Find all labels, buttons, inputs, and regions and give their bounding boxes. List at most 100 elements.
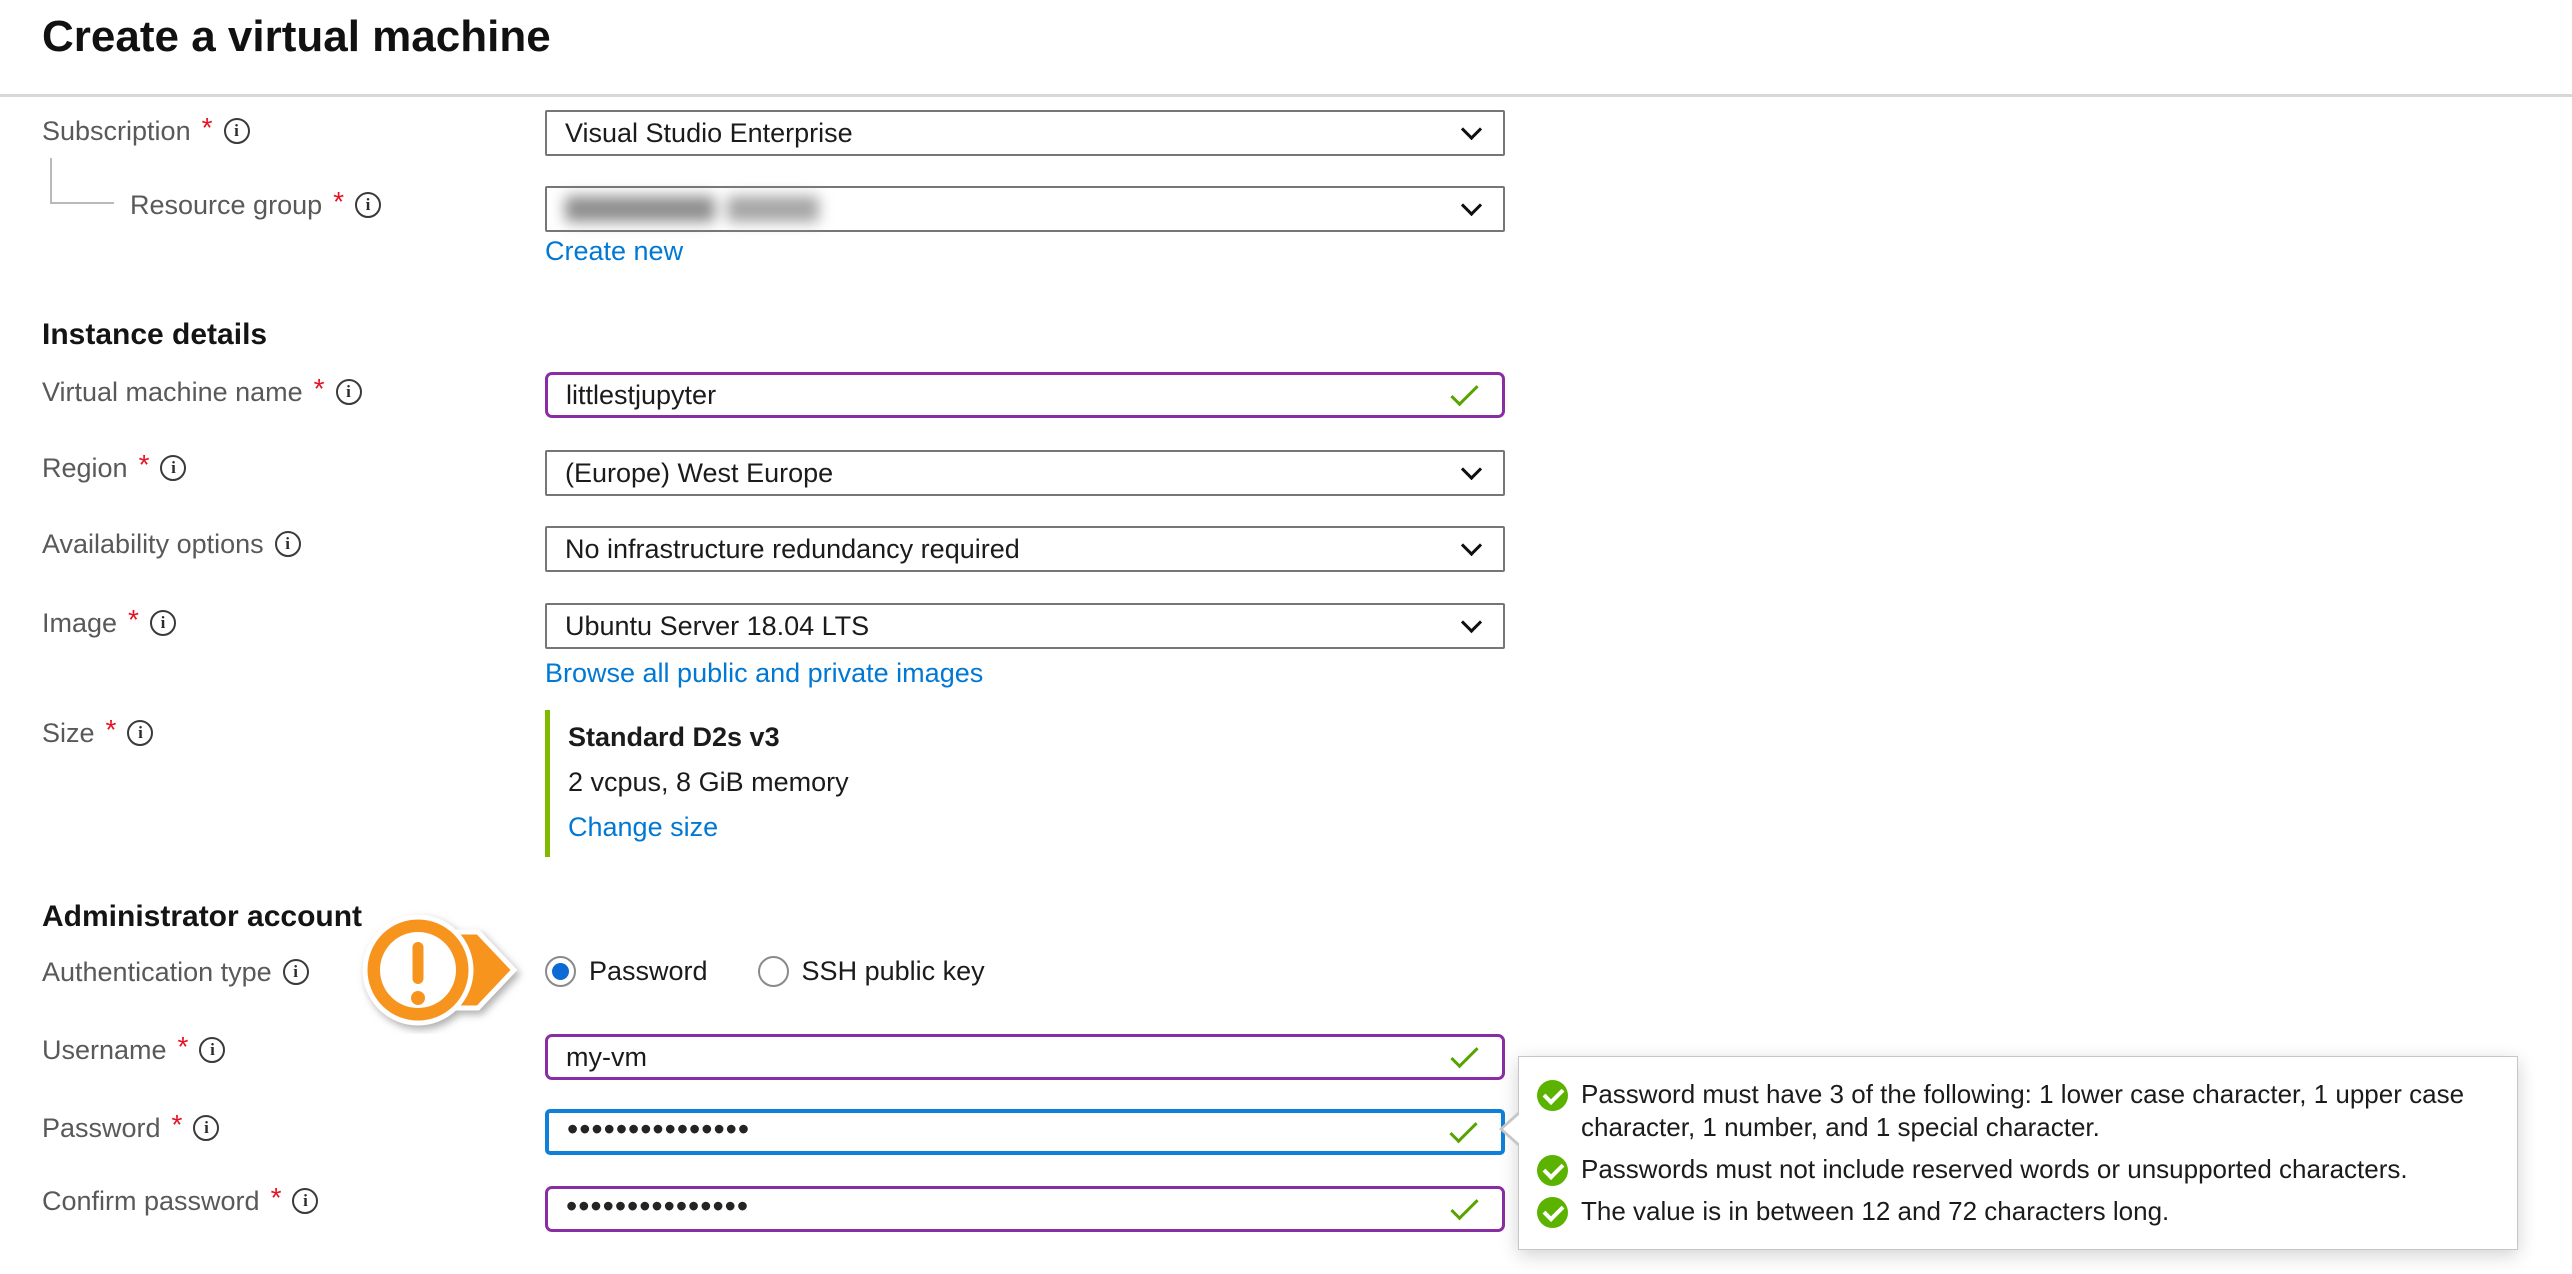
- required-asterisk: *: [139, 449, 150, 481]
- vm-name-value: littlestjupyter: [566, 380, 716, 411]
- required-asterisk: *: [172, 1109, 183, 1141]
- auth-type-radio-group: Password SSH public key: [545, 956, 985, 987]
- info-icon[interactable]: [160, 455, 186, 481]
- required-asterisk: *: [128, 604, 139, 636]
- availability-dropdown[interactable]: No infrastructure redundancy required: [545, 526, 1505, 572]
- availability-value: No infrastructure redundancy required: [565, 534, 1020, 565]
- radio-password-label: Password: [589, 956, 708, 987]
- username-label: Username: [42, 1035, 167, 1066]
- subscription-label: Subscription: [42, 116, 191, 147]
- exclamation-annotation-badge: [354, 906, 530, 1034]
- valid-check-icon: [1450, 1040, 1478, 1068]
- info-icon[interactable]: [127, 720, 153, 746]
- info-icon[interactable]: [292, 1188, 318, 1214]
- password-label-row: Password *: [42, 1111, 219, 1145]
- valid-check-icon: [1449, 1115, 1477, 1143]
- image-dropdown[interactable]: Ubuntu Server 18.04 LTS: [545, 603, 1505, 649]
- subscription-value: Visual Studio Enterprise: [565, 118, 853, 149]
- password-rule-item: The value is in between 12 and 72 charac…: [1537, 1195, 2491, 1228]
- resource-group-dropdown[interactable]: [545, 186, 1505, 232]
- size-name: Standard D2s v3: [568, 722, 849, 753]
- size-label-row: Size *: [42, 716, 153, 750]
- chevron-down-icon: [1461, 458, 1482, 479]
- required-asterisk: *: [314, 373, 325, 405]
- required-asterisk: *: [271, 1182, 282, 1214]
- admin-account-heading: Administrator account: [42, 900, 362, 934]
- vm-name-label: Virtual machine name: [42, 377, 303, 408]
- required-asterisk: *: [178, 1031, 189, 1063]
- change-size-link[interactable]: Change size: [568, 812, 849, 843]
- availability-label: Availability options: [42, 529, 264, 560]
- info-icon[interactable]: [283, 959, 309, 985]
- create-new-link[interactable]: Create new: [545, 236, 683, 267]
- image-value: Ubuntu Server 18.04 LTS: [565, 611, 869, 642]
- image-label: Image: [42, 608, 117, 639]
- password-masked-value: •••••••••••••••: [567, 1111, 750, 1148]
- password-rule-item: Passwords must not include reserved word…: [1537, 1153, 2491, 1186]
- confirm-password-masked-value: •••••••••••••••: [566, 1188, 749, 1225]
- chevron-down-icon: [1461, 118, 1482, 139]
- vm-name-label-row: Virtual machine name *: [42, 375, 362, 409]
- redacted-block: [565, 196, 715, 222]
- resource-group-label: Resource group: [130, 190, 322, 221]
- resource-group-value-redacted: [565, 196, 819, 222]
- subscription-label-row: Subscription *: [42, 114, 250, 148]
- info-icon[interactable]: [150, 610, 176, 636]
- info-icon[interactable]: [193, 1115, 219, 1141]
- page-title: Create a virtual machine: [42, 12, 551, 62]
- size-summary: Standard D2s v3 2 vcpus, 8 GiB memory Ch…: [545, 710, 849, 857]
- browse-images-link[interactable]: Browse all public and private images: [545, 658, 983, 689]
- image-label-row: Image *: [42, 606, 176, 640]
- password-rules-tooltip: Password must have 3 of the following: 1…: [1518, 1056, 2518, 1250]
- password-rule-item: Password must have 3 of the following: 1…: [1537, 1078, 2491, 1144]
- password-input[interactable]: •••••••••••••••: [545, 1109, 1505, 1155]
- create-vm-page: Create a virtual machine Subscription * …: [0, 0, 2572, 1274]
- chevron-down-icon: [1461, 611, 1482, 632]
- auth-type-label-row: Authentication type: [42, 955, 309, 989]
- info-icon[interactable]: [275, 531, 301, 557]
- redacted-block: [727, 196, 819, 222]
- username-input[interactable]: my-vm: [545, 1034, 1505, 1080]
- confirm-password-label: Confirm password: [42, 1186, 260, 1217]
- check-circle-icon: [1537, 1155, 1568, 1186]
- confirm-password-input[interactable]: •••••••••••••••: [545, 1186, 1505, 1232]
- hierarchy-connector-horizontal: [50, 202, 114, 204]
- required-asterisk: *: [202, 112, 213, 144]
- region-value: (Europe) West Europe: [565, 458, 833, 489]
- chevron-down-icon: [1461, 534, 1482, 555]
- subscription-dropdown[interactable]: Visual Studio Enterprise: [545, 110, 1505, 156]
- required-asterisk: *: [333, 186, 344, 218]
- required-asterisk: *: [106, 714, 117, 746]
- info-icon[interactable]: [355, 192, 381, 218]
- region-label: Region: [42, 453, 128, 484]
- check-circle-icon: [1537, 1197, 1568, 1228]
- check-circle-icon: [1537, 1080, 1568, 1111]
- radio-ssh-label: SSH public key: [802, 956, 985, 987]
- valid-check-icon: [1450, 378, 1478, 406]
- instance-details-heading: Instance details: [42, 318, 267, 352]
- chevron-down-icon: [1461, 194, 1482, 215]
- password-label: Password: [42, 1113, 161, 1144]
- region-dropdown[interactable]: (Europe) West Europe: [545, 450, 1505, 496]
- username-label-row: Username *: [42, 1033, 225, 1067]
- valid-check-icon: [1450, 1192, 1478, 1220]
- resource-group-label-row: Resource group *: [130, 188, 381, 222]
- header-divider: [0, 94, 2572, 97]
- radio-ssh-public-key[interactable]: [758, 956, 789, 987]
- size-specs: 2 vcpus, 8 GiB memory: [568, 767, 849, 798]
- auth-type-label: Authentication type: [42, 957, 272, 988]
- info-icon[interactable]: [224, 118, 250, 144]
- info-icon[interactable]: [336, 379, 362, 405]
- availability-label-row: Availability options: [42, 527, 301, 561]
- confirm-password-label-row: Confirm password *: [42, 1184, 318, 1218]
- info-icon[interactable]: [199, 1037, 225, 1063]
- password-rule-text: Passwords must not include reserved word…: [1581, 1153, 2408, 1186]
- hierarchy-connector-vertical: [50, 158, 52, 204]
- password-rule-text: Password must have 3 of the following: 1…: [1581, 1078, 2491, 1144]
- vm-name-input[interactable]: littlestjupyter: [545, 372, 1505, 418]
- region-label-row: Region *: [42, 451, 186, 485]
- size-label: Size: [42, 718, 95, 749]
- username-value: my-vm: [566, 1042, 647, 1073]
- radio-password[interactable]: [545, 956, 576, 987]
- password-rule-text: The value is in between 12 and 72 charac…: [1581, 1195, 2169, 1228]
